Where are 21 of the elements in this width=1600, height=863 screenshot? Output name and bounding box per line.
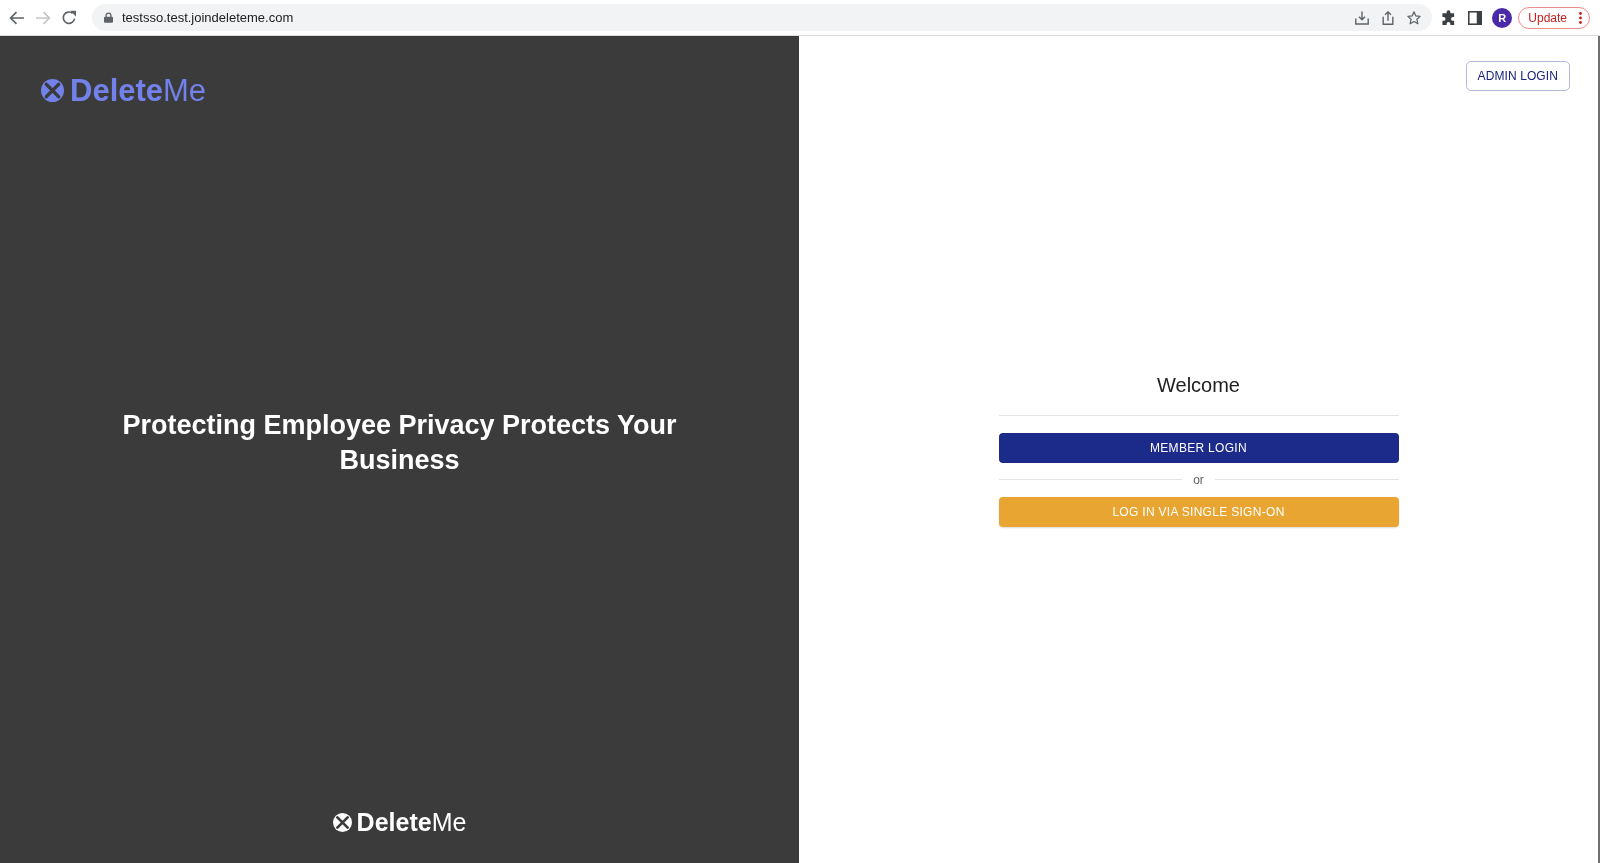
separator-text: or	[1192, 471, 1205, 489]
address-bar[interactable]: testsso.test.joindeleteme.com	[92, 4, 1433, 31]
reload-icon[interactable]	[61, 9, 77, 26]
lock-icon	[104, 12, 113, 23]
install-icon[interactable]	[1355, 10, 1370, 25]
side-panel-icon[interactable]	[1468, 10, 1483, 25]
more-icon	[1579, 11, 1582, 24]
profile-avatar[interactable]: R	[1492, 7, 1513, 28]
update-button[interactable]: Update	[1518, 6, 1590, 29]
star-icon[interactable]	[1407, 10, 1422, 25]
logo-wordmark: DeleteMe	[356, 810, 467, 835]
arrow-left-icon[interactable]	[9, 9, 25, 26]
puzzle-icon[interactable]	[1441, 10, 1457, 25]
welcome-heading: Welcome	[1157, 372, 1240, 397]
logo-wordmark: DeleteMe	[70, 75, 207, 106]
hero-headline: Protecting Employee Privacy Protects Your Business	[121, 409, 678, 477]
logo-icon	[332, 813, 352, 832]
share-icon[interactable]	[1381, 10, 1396, 25]
member-login-button[interactable]: MEMBER LOGIN	[998, 432, 1399, 463]
admin-login-button[interactable]: ADMIN LOGIN	[1465, 61, 1570, 91]
logo-icon	[41, 79, 64, 102]
